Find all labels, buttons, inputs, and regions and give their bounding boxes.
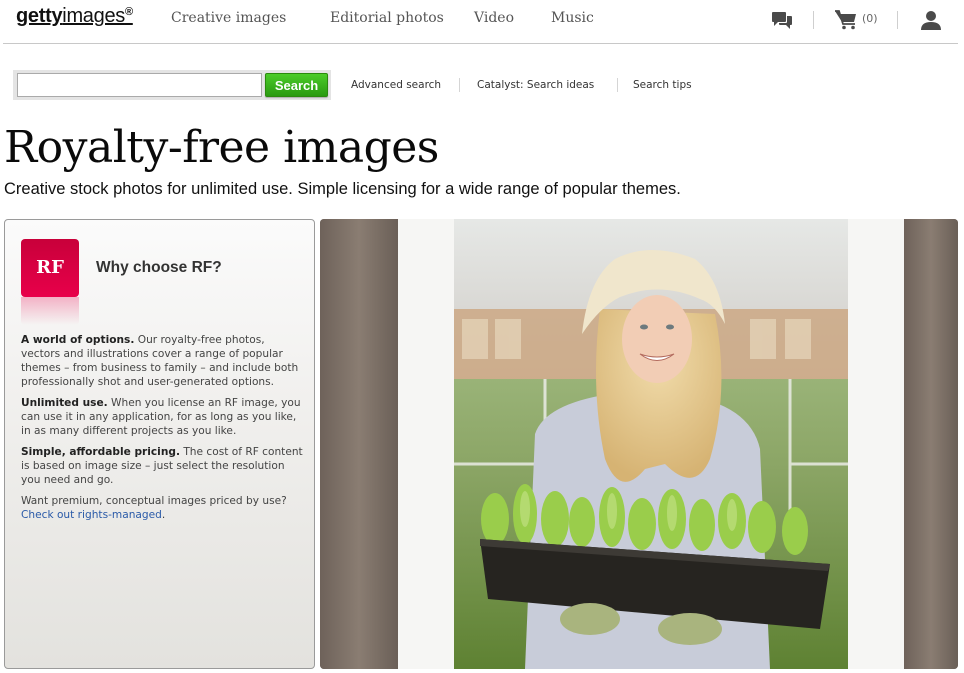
hero-image[interactable]	[320, 219, 958, 669]
nav-creative-images[interactable]: Creative images	[171, 10, 286, 26]
catalyst-search-ideas-link[interactable]: Catalyst: Search ideas	[477, 79, 594, 91]
nav-divider	[897, 11, 898, 29]
advanced-search-link[interactable]: Advanced search	[351, 79, 441, 91]
nav-music[interactable]: Music	[551, 10, 594, 26]
panel-section-unlimited-use: Unlimited use. When you license an RF im…	[21, 397, 301, 437]
search-tips-link[interactable]: Search tips	[633, 79, 692, 91]
link-divider	[617, 78, 618, 92]
rights-managed-link[interactable]: Check out rights-managed	[21, 509, 162, 521]
panel-section-pricing: Simple, affordable pricing. The cost of …	[21, 446, 303, 486]
nav-editorial-photos[interactable]: Editorial photos	[330, 10, 444, 26]
gettyimages-logo[interactable]: gettyimages®	[16, 5, 133, 28]
rf-badge-icon: RF	[21, 239, 79, 297]
nav-video[interactable]: Video	[474, 10, 514, 26]
panel-footer: Want premium, conceptual images priced b…	[21, 495, 287, 521]
page-subtitle: Creative stock photos for unlimited use.…	[4, 180, 681, 198]
cart-count[interactable]: (0)	[862, 12, 878, 25]
search-button[interactable]: Search	[265, 73, 328, 97]
panel-body: A world of options. Our royalty-free pho…	[21, 333, 307, 529]
search-input[interactable]	[17, 73, 262, 97]
user-icon[interactable]	[920, 10, 942, 30]
glove-left	[560, 603, 620, 635]
face	[622, 295, 692, 383]
nav-divider	[813, 11, 814, 29]
chat-bubbles-icon[interactable]	[771, 11, 793, 31]
rf-badge-reflection	[21, 297, 79, 325]
page-title: Royalty-free images	[4, 122, 439, 173]
top-navigation: gettyimages® Creative images Editorial p…	[0, 0, 964, 45]
shopping-cart-icon[interactable]	[834, 10, 858, 30]
hero-photo-illustration	[320, 219, 958, 669]
glove-right	[658, 613, 722, 645]
search-bar: Search	[13, 70, 331, 100]
panel-section-options: A world of options. Our royalty-free pho…	[21, 334, 299, 388]
why-rf-panel: RF Why choose RF? A world of options. Ou…	[4, 219, 315, 669]
white-frame-left	[398, 219, 454, 669]
white-frame-right	[848, 219, 904, 669]
panel-title: Why choose RF?	[96, 259, 222, 276]
wood-post-left	[320, 219, 398, 669]
link-divider	[459, 78, 460, 92]
header-divider	[3, 43, 958, 44]
wood-post-right	[904, 219, 958, 669]
